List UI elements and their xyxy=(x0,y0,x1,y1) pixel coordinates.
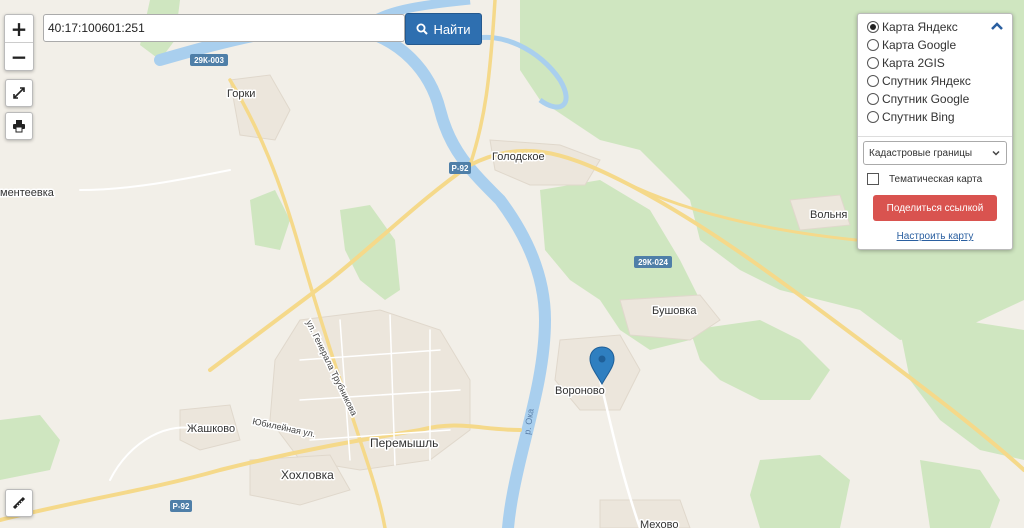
road-shield-p92-north: Р-92 xyxy=(449,162,471,174)
thematic-map-toggle[interactable]: Тематическая карта xyxy=(867,171,982,187)
place-label-voronovo: Вороново xyxy=(555,385,605,397)
svg-text:29К-003: 29К-003 xyxy=(194,56,224,65)
layer-option-google-satellite[interactable]: Спутник Google xyxy=(867,90,969,108)
layers-panel: Карта Яндекс Карта Google Карта 2GIS Спу… xyxy=(857,13,1013,250)
search-button-label: Найти xyxy=(433,21,471,37)
radio-selected[interactable] xyxy=(867,21,879,33)
overlay-select[interactable]: Кадастровые границы xyxy=(863,141,1007,165)
radio[interactable] xyxy=(867,75,879,87)
svg-text:29К-024: 29К-024 xyxy=(638,258,668,267)
road-shield-p92-south: Р-92 xyxy=(170,500,192,512)
layer-option-label: Спутник Bing xyxy=(882,110,955,124)
layer-option-label: Карта Google xyxy=(882,38,957,52)
fullscreen-button[interactable] xyxy=(5,79,33,107)
place-label-khokhlovka: Хохловка xyxy=(281,468,334,482)
layer-option-bing-satellite[interactable]: Спутник Bing xyxy=(867,108,955,126)
layer-option-2gis-map[interactable]: Карта 2GIS xyxy=(867,54,945,72)
overlay-select-value: Кадастровые границы xyxy=(869,147,973,159)
panel-divider xyxy=(858,136,1012,137)
share-link-button[interactable]: Поделиться ссылкой xyxy=(873,195,997,221)
radio[interactable] xyxy=(867,93,879,105)
layer-option-label: Карта Яндекс xyxy=(882,20,958,34)
zoom-in-button[interactable]: + xyxy=(5,15,33,43)
cadastral-search-input[interactable] xyxy=(43,14,405,42)
layer-option-label: Карта 2GIS xyxy=(882,56,945,70)
layer-option-google-map[interactable]: Карта Google xyxy=(867,36,956,54)
thematic-map-checkbox[interactable] xyxy=(867,173,879,185)
place-label-golodskoe: Голодское xyxy=(492,151,545,163)
ruler-button[interactable] xyxy=(5,489,33,517)
radio[interactable] xyxy=(867,57,879,69)
layer-option-label: Спутник Яндекс xyxy=(882,74,971,88)
zoom-controls: + − xyxy=(4,14,34,71)
place-label-zhashkovo: Жашково xyxy=(187,423,235,435)
configure-map-link[interactable]: Настроить карту xyxy=(858,231,1012,242)
layer-option-yandex-satellite[interactable]: Спутник Яндекс xyxy=(867,72,971,90)
thematic-map-label: Тематическая карта xyxy=(889,173,983,185)
place-label-peremyshl: Перемышль xyxy=(370,436,438,450)
road-shield-29k003: 29К-003 xyxy=(190,54,228,66)
radio[interactable] xyxy=(867,39,879,51)
place-label-bushovka: Бушовка xyxy=(652,305,697,317)
place-label-menteevka: ментеевка xyxy=(0,187,55,199)
search-icon xyxy=(416,23,429,35)
printer-icon xyxy=(13,120,25,133)
chevron-down-icon xyxy=(992,150,1000,156)
road-shield-29k024: 29К-024 xyxy=(634,256,672,268)
layer-option-yandex-map[interactable]: Карта Яндекс xyxy=(867,18,958,36)
place-label-volnya: Вольня xyxy=(810,209,847,221)
svg-text:Р-92: Р-92 xyxy=(173,502,190,511)
layer-option-label: Спутник Google xyxy=(882,92,970,106)
print-button[interactable] xyxy=(5,112,33,140)
search-button[interactable]: Найти xyxy=(405,13,482,45)
expand-icon xyxy=(13,87,25,99)
place-label-gorki: Горки xyxy=(227,88,255,100)
chevron-up-icon[interactable] xyxy=(990,20,1004,32)
svg-text:Р-92: Р-92 xyxy=(452,164,469,173)
place-label-mekhovo: Мехово xyxy=(640,519,679,528)
zoom-out-button[interactable]: − xyxy=(5,43,33,70)
radio[interactable] xyxy=(867,111,879,123)
ruler-icon xyxy=(12,496,26,510)
